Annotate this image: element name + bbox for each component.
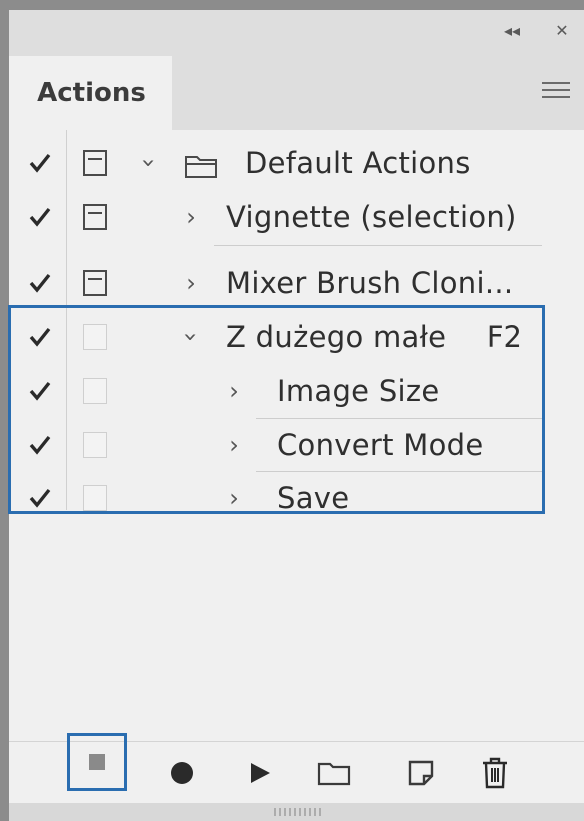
panel-titlebar: ◂◂ ✕ [9,10,584,50]
chevron-right-icon[interactable]: › [179,268,203,298]
collapse-icon[interactable]: ◂◂ [497,16,527,44]
tab-actions-label: Actions [37,78,146,108]
action-label: Mixer Brush Cloni... [226,266,514,300]
actions-panel: ◂◂ ✕ Actions › Default Actions › Vignett… [9,10,584,821]
row-separator [256,418,542,419]
new-action-icon[interactable] [403,755,439,791]
chevron-right-icon[interactable]: › [222,376,246,406]
toggle-check-icon[interactable] [27,378,53,404]
toggle-check-icon[interactable] [27,150,53,176]
action-set-row[interactable]: › Default Actions [9,138,584,192]
action-shortcut: F2 [486,320,522,354]
row-separator [256,471,542,472]
folder-icon [185,156,217,178]
chevron-down-icon[interactable]: › [134,151,164,175]
chevron-right-icon[interactable]: › [222,483,246,513]
row-separator [214,245,542,246]
tab-actions[interactable]: Actions [9,56,172,130]
stop-button[interactable] [67,733,127,791]
toggle-check-icon[interactable] [27,204,53,230]
folder-icon[interactable] [316,755,352,791]
toggle-check-icon[interactable] [27,432,53,458]
dialog-toggle-empty[interactable] [83,485,107,511]
play-icon[interactable] [242,755,278,791]
action-label: Default Actions [245,146,471,180]
chevron-down-icon[interactable]: › [176,325,206,349]
step-row[interactable]: › Save [9,473,584,527]
dialog-toggle-empty[interactable] [83,432,107,458]
dialog-toggle-icon[interactable] [83,150,107,176]
step-row[interactable]: › Convert Mode [9,420,584,474]
action-row[interactable]: › Vignette (selection) [9,192,584,246]
step-row[interactable]: › Image Size [9,366,584,420]
chevron-right-icon[interactable]: › [222,430,246,460]
collapse-glyph: ◂◂ [503,20,521,40]
step-label: Save [277,481,350,515]
resize-grip[interactable] [9,803,584,821]
action-row-selected[interactable]: › Z dużego małe F2 [9,312,584,366]
actions-list: › Default Actions › Vignette (selection)… [9,130,584,730]
toggle-check-icon[interactable] [27,270,53,296]
toggle-check-icon[interactable] [27,324,53,350]
close-icon[interactable]: ✕ [547,16,577,44]
toggle-check-icon[interactable] [27,485,53,511]
dialog-toggle-icon[interactable] [83,270,107,296]
step-label: Convert Mode [277,428,484,462]
panel-menu-icon[interactable] [542,82,570,104]
step-label: Image Size [277,374,440,408]
dialog-toggle-empty[interactable] [83,378,107,404]
trash-icon[interactable] [477,755,513,791]
stop-icon [89,754,105,770]
action-row[interactable]: › Mixer Brush Cloni... [9,258,584,312]
action-label: Vignette (selection) [226,200,517,234]
dialog-toggle-icon[interactable] [83,204,107,230]
tab-strip: Actions [9,50,584,130]
record-icon[interactable] [164,755,200,791]
close-glyph: ✕ [555,20,569,40]
action-label: Z dużego małe [226,320,447,354]
chevron-right-icon[interactable]: › [179,202,203,232]
grip-icon [274,808,321,816]
dialog-toggle-empty[interactable] [83,324,107,350]
